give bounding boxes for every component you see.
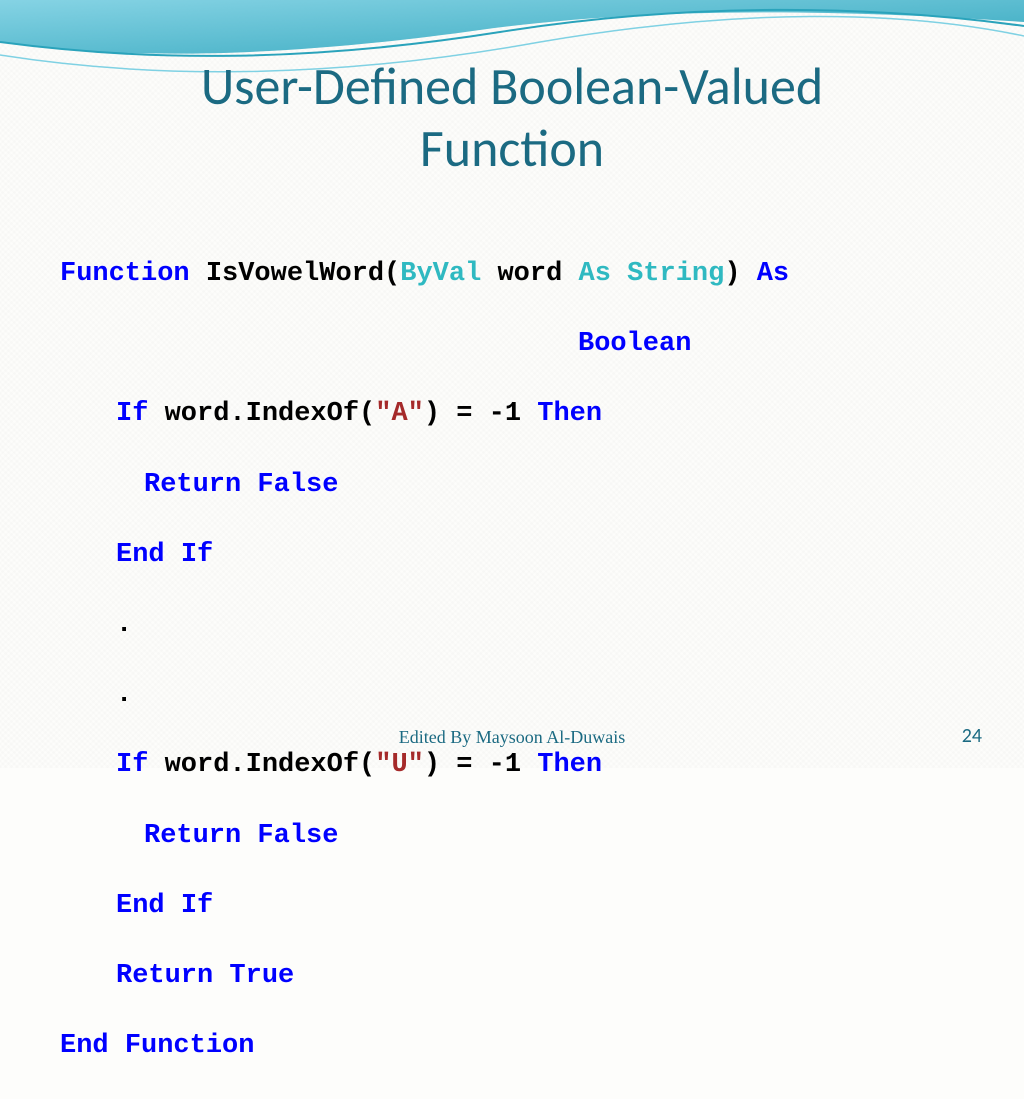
code-block: Function IsVowelWord(ByVal word As Strin… bbox=[60, 222, 789, 1099]
code-line-5: End If bbox=[60, 538, 789, 573]
code-line-12: End Function bbox=[60, 1029, 789, 1064]
code-line-10: End If bbox=[60, 889, 789, 924]
code-line-11: Return True bbox=[60, 959, 789, 994]
code-line-2: Boolean bbox=[60, 327, 789, 362]
code-line-6: . bbox=[60, 608, 789, 643]
code-line-7: . bbox=[60, 678, 789, 713]
title-line-2: Function bbox=[420, 116, 604, 180]
code-line-8: If word.IndexOf("U") = -1 Then bbox=[60, 748, 789, 783]
code-line-9: Return False bbox=[60, 819, 789, 854]
footer-credit: Edited By Maysoon Al-Duwais bbox=[0, 727, 1024, 748]
title-line-1: User-Defined Boolean-Valued bbox=[201, 54, 823, 118]
page-number: 24 bbox=[962, 724, 982, 748]
code-line-1: Function IsVowelWord(ByVal word As Strin… bbox=[60, 257, 789, 292]
code-line-4: Return False bbox=[60, 468, 789, 503]
code-line-3: If word.IndexOf("A") = -1 Then bbox=[60, 397, 789, 432]
slide-title: User-Defined Boolean-Valued Function bbox=[0, 55, 1024, 180]
